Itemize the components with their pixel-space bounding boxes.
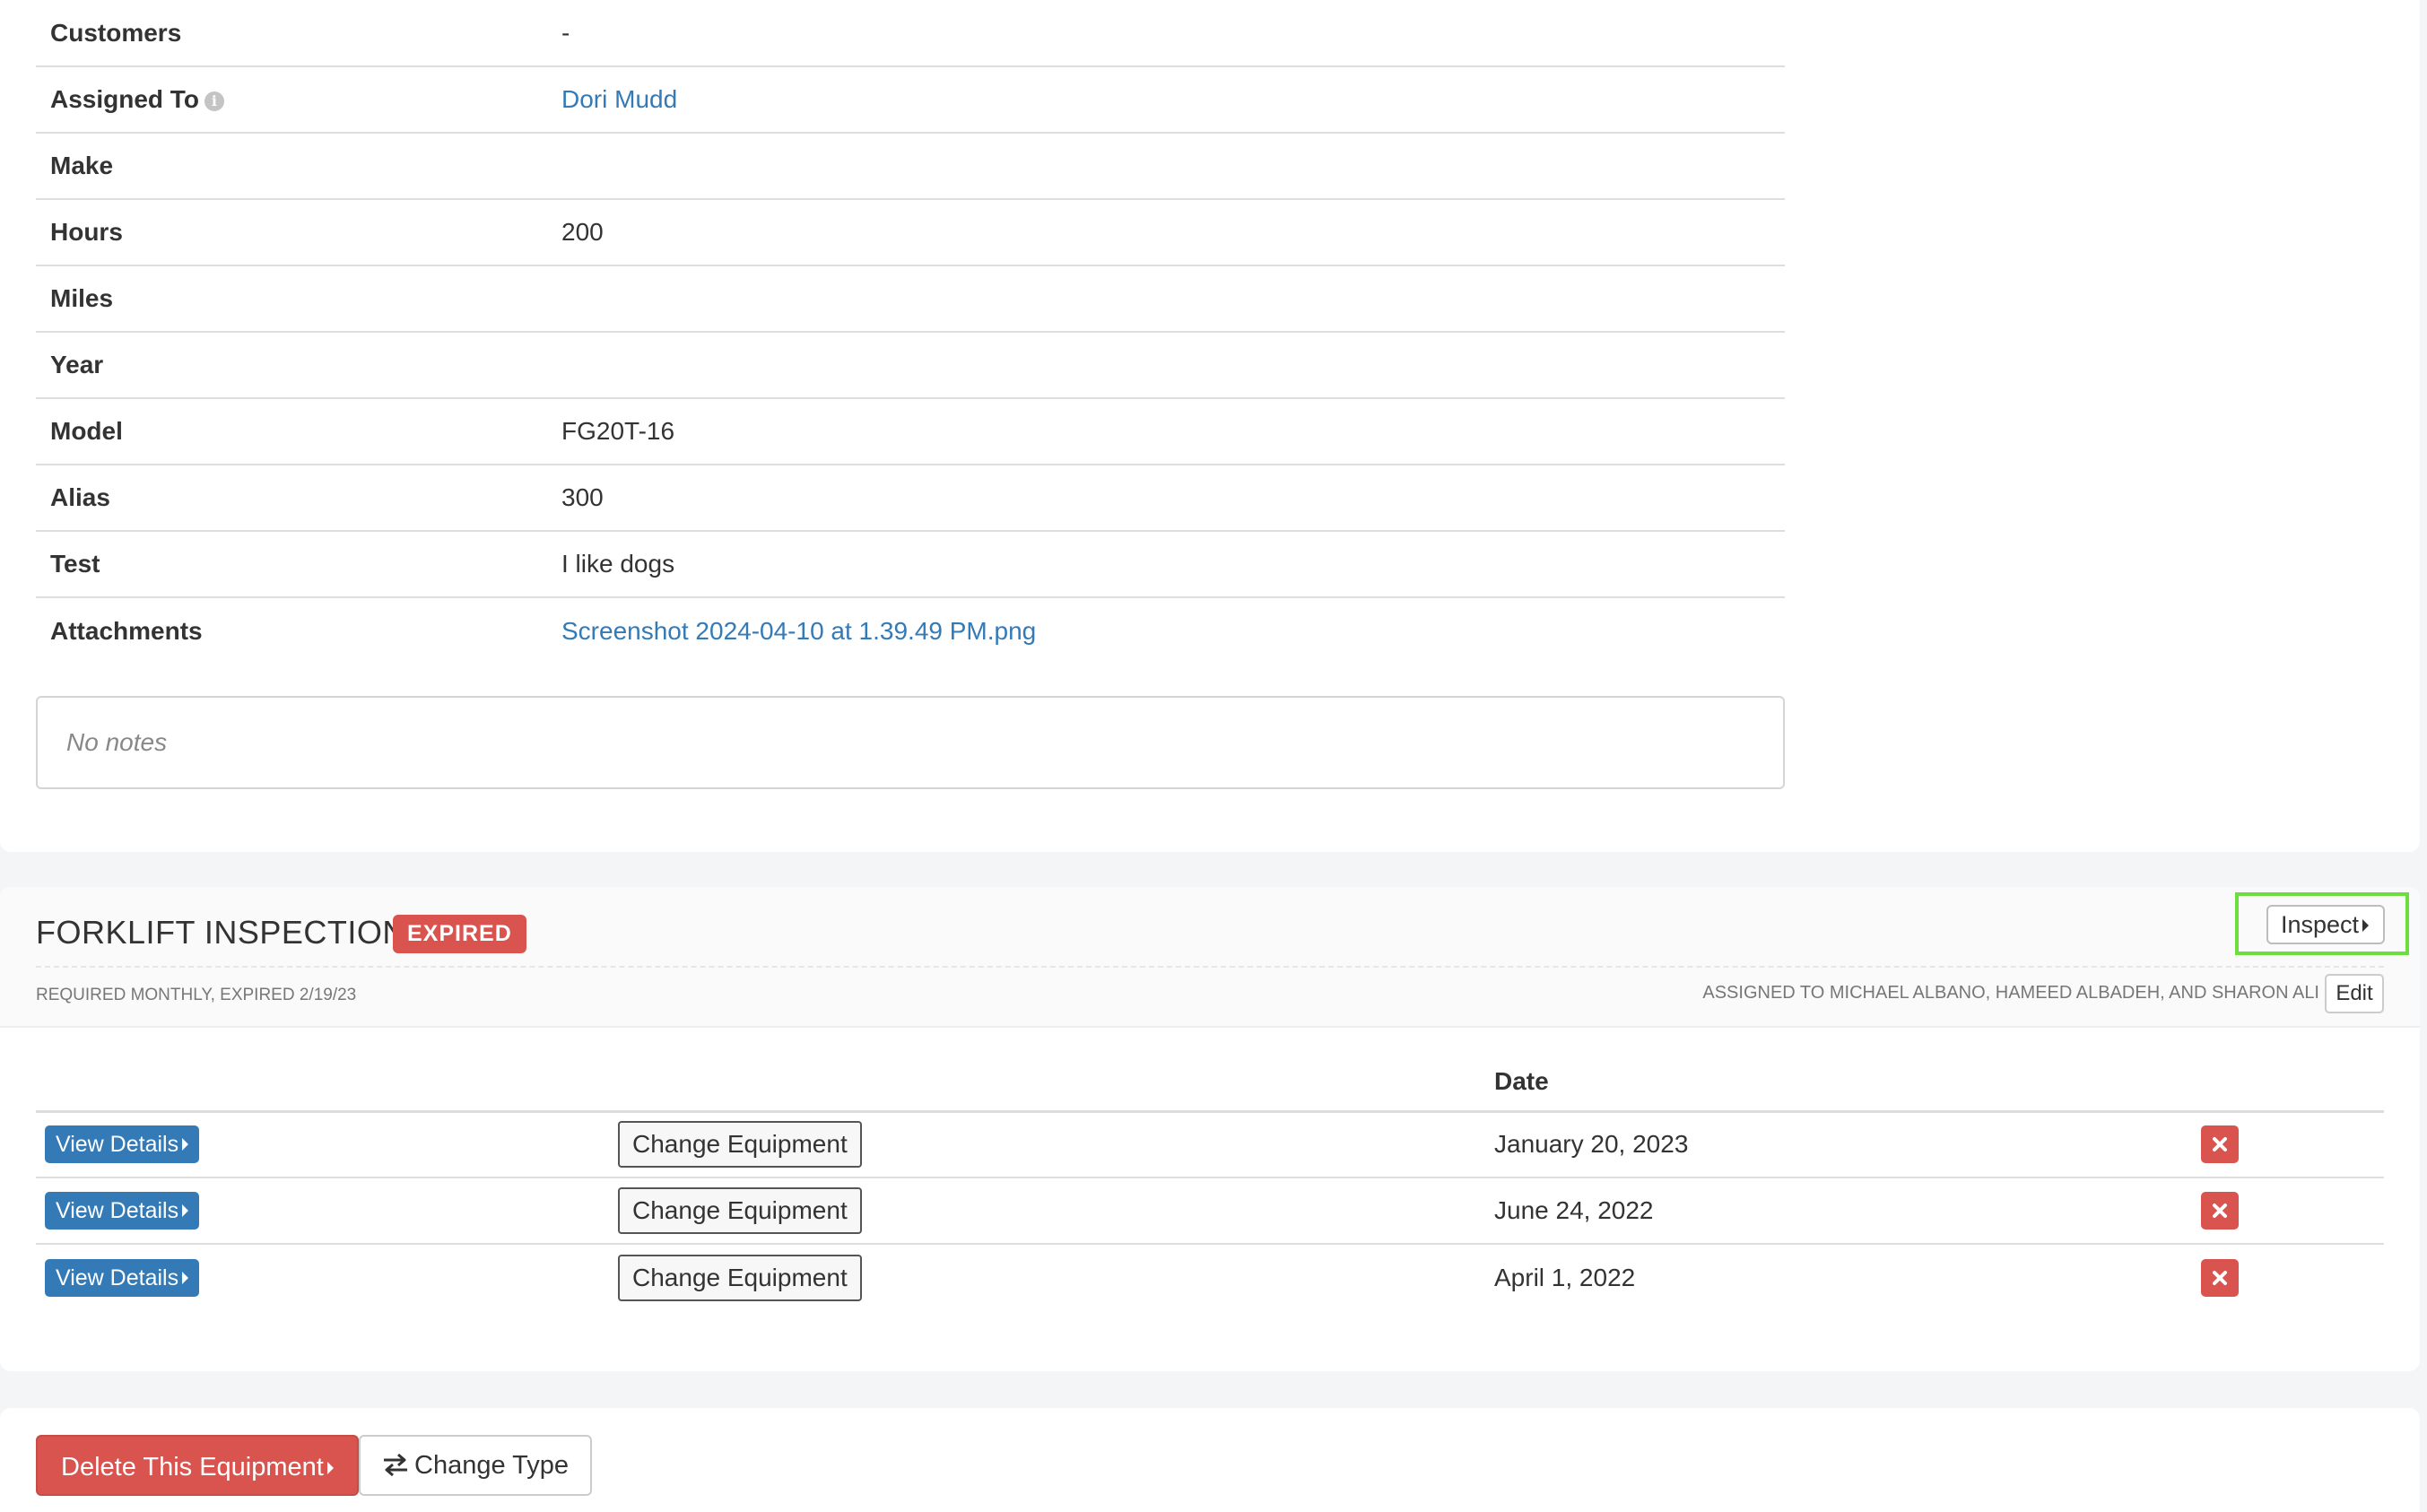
close-icon [2213,1204,2227,1218]
table-header-row: Date [36,1065,2384,1113]
info-icon[interactable]: i [204,91,224,111]
detail-value: 300 [561,465,1785,532]
caret-right-icon [182,1271,189,1284]
view-details-button[interactable]: View Details [45,1125,200,1164]
edit-assignees-button[interactable]: Edit [2325,974,2384,1013]
table-cell [2201,1177,2384,1245]
change-type-button[interactable]: Change Type [359,1435,592,1496]
detail-row-alias: Alias 300 [36,465,1785,532]
inspection-schedule: REQUIRED MONTHLY, EXPIRED 2/19/23 [36,986,357,1004]
detail-label: Alias [36,465,561,532]
table-cell: Change Equipment [618,1177,1494,1245]
detail-row-make: Make [36,133,1785,200]
detail-label: Miles [36,265,561,333]
change-type-label: Change Type [414,1451,569,1480]
detail-label: Make [36,133,561,200]
table-cell: View Details [36,1177,618,1245]
inspect-button-label: Inspect [2281,911,2360,938]
change-equipment-button[interactable]: Change Equipment [618,1187,862,1234]
table-row: View Details Change Equipment April 1, 2… [36,1244,2384,1310]
detail-label: Attachments [50,616,203,645]
detail-label: Assigned To [50,85,199,113]
table-row: View Details Change Equipment January 20… [36,1111,2384,1178]
close-icon [2213,1270,2227,1285]
detail-label: Hours [36,199,561,266]
header-cell-date: Date [1494,1065,2201,1113]
delete-record-button[interactable] [2201,1258,2239,1297]
inspection-records-table: Date View Details Change Equipment Janua… [36,1065,2384,1310]
detail-label: Customers [36,0,561,67]
record-date: April 1, 2022 [1494,1263,1636,1291]
equipment-actions-panel: Delete This Equipment Change Type [0,1408,2420,1512]
inspection-panel: FORKLIFT INSPECTION EXPIRED REQUIRED MON… [0,887,2420,1371]
table-cell: Change Equipment [618,1111,1494,1178]
delete-record-button[interactable] [2201,1192,2239,1230]
detail-value: I like dogs [561,531,1785,598]
detail-value [561,265,1785,333]
assigned-user-link[interactable]: Dori Mudd [561,85,677,113]
detail-label: Model [36,398,561,465]
detail-label-cell: Assigned To i [36,66,561,134]
record-date: June 24, 2022 [1494,1177,2201,1245]
status-badge: EXPIRED [393,915,526,953]
table-cell: View Details [36,1111,618,1178]
equipment-details-table: Customers - Assigned To i Dori Mudd Make … [36,0,1785,664]
notes-box: No notes [36,696,1785,789]
detail-value: 200 [561,199,1785,266]
table-cell: View Details [36,1244,618,1310]
detail-row-test: Test I like dogs [36,531,1785,598]
header-cell-equipment [618,1065,1494,1113]
detail-row-customers: Customers - [36,0,1785,67]
table-cell [2201,1111,2384,1178]
inspection-title: FORKLIFT INSPECTION [36,914,406,951]
detail-row-miles: Miles [36,265,1785,333]
caret-right-icon [326,1462,334,1474]
table-cell: Change Equipment [618,1244,1494,1310]
detail-value [561,332,1785,399]
detail-value: - [561,0,1785,67]
detail-row-attachments: Attachments Screenshot 2024-04-10 at 1.3… [36,597,1785,664]
attachment-link[interactable]: Screenshot 2024-04-10 at 1.39.49 PM.png [561,617,1036,645]
view-details-label: View Details [56,1198,179,1223]
delete-equipment-button[interactable]: Delete This Equipment [36,1435,359,1496]
view-details-label: View Details [56,1264,179,1290]
swap-arrows-icon [384,1453,407,1476]
detail-row-assigned-to: Assigned To i Dori Mudd [36,66,1785,134]
delete-equipment-label: Delete This Equipment [61,1453,324,1482]
inspection-assignees: ASSIGNED TO MICHAEL ALBANO, HAMEED ALBAD… [1702,983,2319,1003]
caret-right-icon [2362,919,2370,932]
header-cell-actions [36,1065,618,1113]
view-details-button[interactable]: View Details [45,1258,200,1297]
detail-row-year: Year [36,332,1785,399]
view-details-label: View Details [56,1132,179,1158]
inspect-button[interactable]: Inspect [2266,905,2385,944]
delete-record-button[interactable] [2201,1125,2239,1164]
detail-row-model: Model FG20T-16 [36,398,1785,465]
detail-value [561,133,1785,200]
header-cell-delete [2201,1065,2384,1113]
table-cell [2201,1244,2384,1310]
inspection-header: FORKLIFT INSPECTION EXPIRED REQUIRED MON… [0,887,2420,1028]
equipment-details-panel: Customers - Assigned To i Dori Mudd Make … [0,0,2420,852]
detail-row-hours: Hours 200 [36,199,1785,266]
caret-right-icon [182,1204,189,1217]
record-date: January 20, 2023 [1494,1111,2201,1178]
detail-value: FG20T-16 [561,398,1785,465]
detail-value-cell: Dori Mudd [561,66,1785,134]
change-equipment-button[interactable]: Change Equipment [618,1121,862,1169]
detail-label: Year [36,332,561,399]
close-icon [2213,1137,2227,1152]
detail-label: Test [36,531,561,598]
detail-value-cell: Screenshot 2024-04-10 at 1.39.49 PM.png [561,597,1785,664]
table-row: View Details Change Equipment June 24, 2… [36,1177,2384,1245]
change-equipment-button[interactable]: Change Equipment [618,1254,862,1301]
caret-right-icon [182,1138,189,1151]
header-divider [36,966,2384,968]
view-details-button[interactable]: View Details [45,1192,200,1230]
